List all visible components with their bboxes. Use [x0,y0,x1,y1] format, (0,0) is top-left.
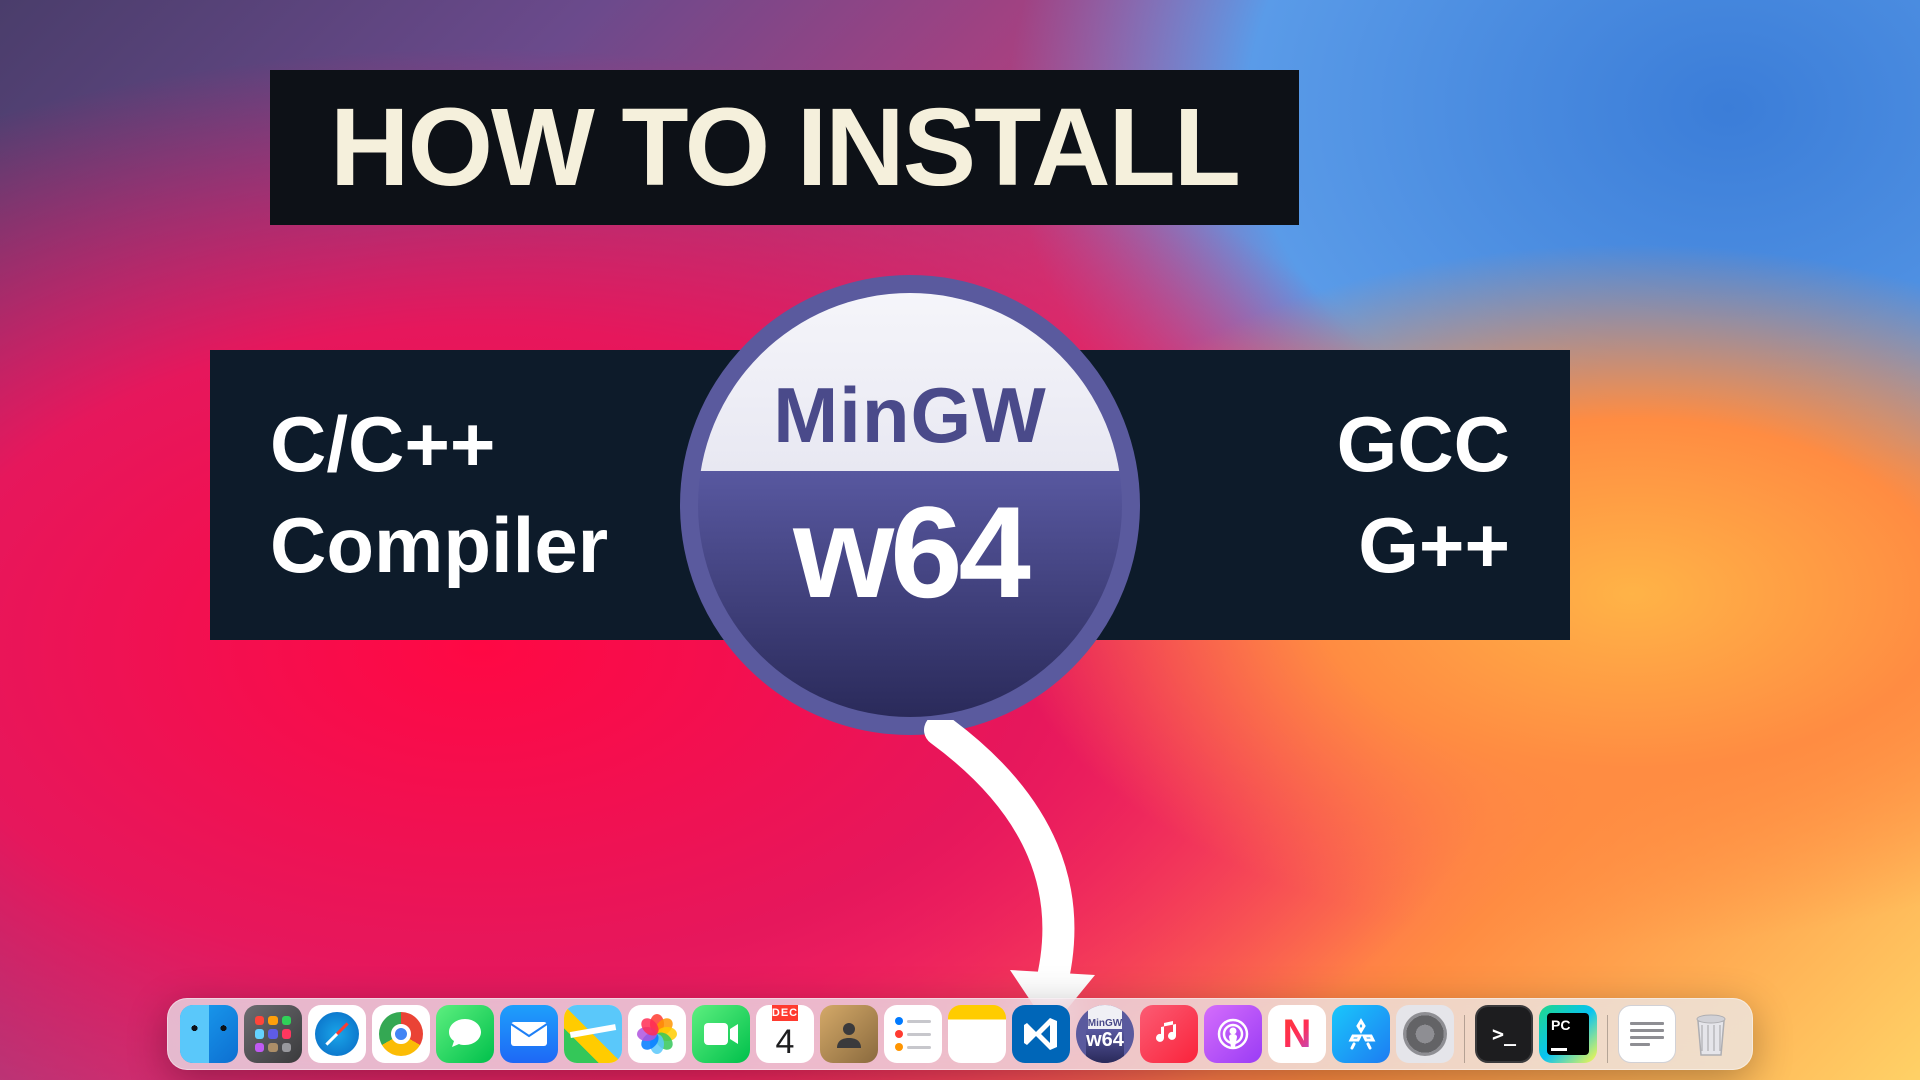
mingw-logo-bottom: w64 [698,471,1122,717]
right-label: GCC G++ [1337,394,1510,597]
launchpad-icon[interactable] [244,1005,302,1063]
photos-icon[interactable] [628,1005,686,1063]
dock: DEC 4 MinGW w64 N [167,998,1753,1070]
maps-icon[interactable] [564,1005,622,1063]
notes-icon[interactable] [948,1005,1006,1063]
terminal-icon[interactable]: >_ [1475,1005,1533,1063]
chrome-icon[interactable] [372,1005,430,1063]
title-banner: HOW TO INSTALL [270,70,1299,225]
appstore-icon[interactable] [1332,1005,1390,1063]
desktop-wallpaper: HOW TO INSTALL C/C++ Compiler GCC G++ Mi… [0,0,1920,1080]
mingw-logo-top: MinGW [698,293,1122,471]
vscode-icon[interactable] [1012,1005,1070,1063]
finder-icon[interactable] [180,1005,238,1063]
textedit-icon[interactable] [1618,1005,1676,1063]
music-icon[interactable] [1140,1005,1198,1063]
safari-icon[interactable] [308,1005,366,1063]
calendar-icon[interactable]: DEC 4 [756,1005,814,1063]
title-text: HOW TO INSTALL [330,86,1239,209]
news-icon[interactable]: N [1268,1005,1326,1063]
mingw-dock-icon[interactable]: MinGW w64 [1076,1005,1134,1063]
pycharm-icon[interactable]: PC [1539,1005,1597,1063]
messages-icon[interactable] [436,1005,494,1063]
left-label: C/C++ Compiler [270,394,608,597]
settings-icon[interactable] [1396,1005,1454,1063]
calendar-month: DEC [772,1005,798,1021]
dock-divider [1607,1015,1608,1063]
mail-icon[interactable] [500,1005,558,1063]
arrow-icon [900,720,1120,1040]
mingw-logo: MinGW w64 [680,275,1140,735]
contacts-icon[interactable] [820,1005,878,1063]
facetime-icon[interactable] [692,1005,750,1063]
podcasts-icon[interactable] [1204,1005,1262,1063]
reminders-icon[interactable] [884,1005,942,1063]
dock-divider [1464,1015,1465,1063]
trash-icon[interactable] [1682,1005,1740,1063]
calendar-day: 4 [776,1021,795,1063]
